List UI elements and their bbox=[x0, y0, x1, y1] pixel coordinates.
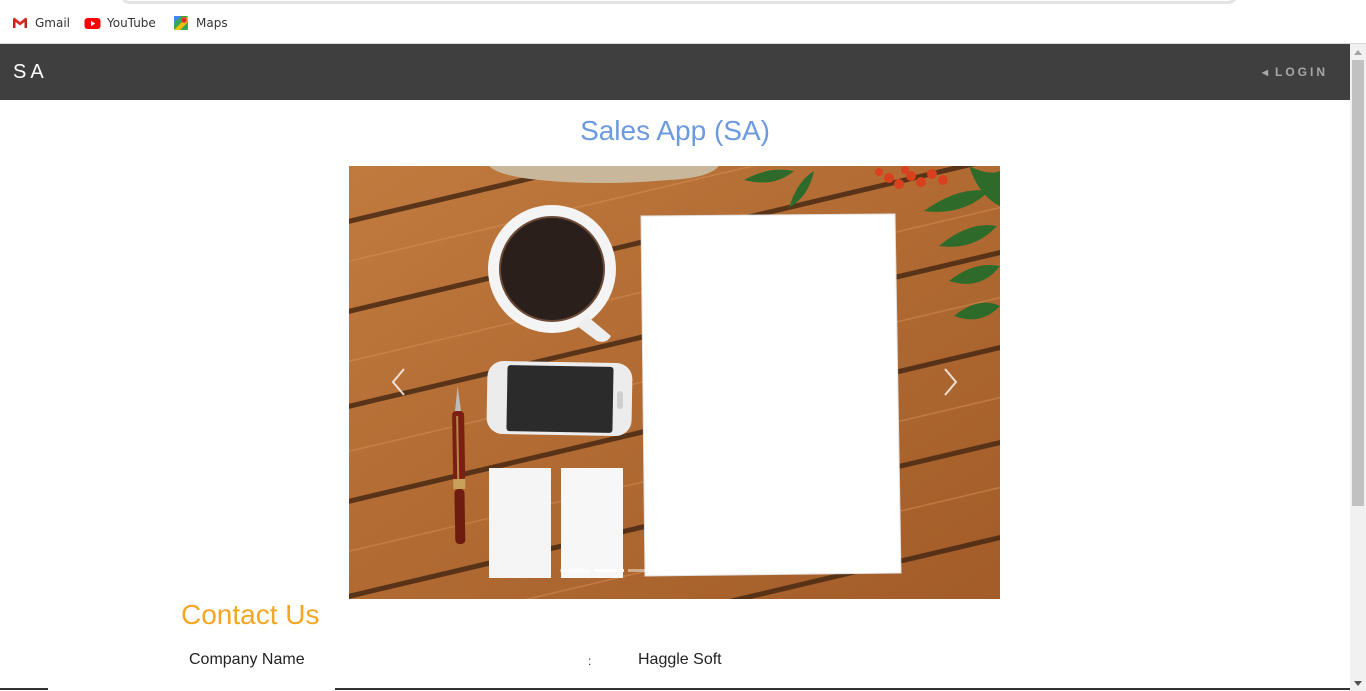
brand-logo[interactable]: SA bbox=[13, 61, 48, 84]
caret-left-icon: ◀ bbox=[1261, 67, 1268, 77]
scroll-up-arrow-icon[interactable] bbox=[1354, 50, 1362, 55]
login-link[interactable]: ◀ LOGIN bbox=[1262, 65, 1328, 79]
contact-value: Haggle Soft bbox=[638, 651, 722, 668]
bookmark-gmail[interactable]: Gmail bbox=[12, 14, 70, 32]
carousel-indicator[interactable] bbox=[560, 569, 590, 572]
bookmark-label: YouTube bbox=[107, 16, 156, 30]
page-title: Sales App (SA) bbox=[580, 115, 770, 146]
bookmarks-bar: Gmail YouTube Maps bbox=[0, 0, 1366, 44]
carousel-prev-button[interactable] bbox=[389, 366, 409, 398]
contact-row: Company Name : Haggle Soft bbox=[0, 651, 1350, 673]
maps-icon bbox=[173, 15, 189, 31]
scroll-down-arrow-icon[interactable] bbox=[1354, 681, 1362, 686]
chevron-left-icon bbox=[391, 368, 405, 396]
image-carousel bbox=[349, 166, 1000, 599]
contact-separator: : bbox=[588, 654, 592, 668]
page-scrollbar[interactable] bbox=[1350, 44, 1366, 691]
youtube-icon bbox=[84, 15, 101, 31]
bookmark-maps[interactable]: Maps bbox=[173, 14, 228, 32]
desk-flatlay-image bbox=[349, 166, 1000, 599]
bookmark-youtube[interactable]: YouTube bbox=[84, 14, 156, 32]
carousel-indicator-active[interactable] bbox=[594, 569, 624, 572]
address-bar-edge bbox=[120, 0, 1238, 4]
bookmark-label: Gmail bbox=[35, 16, 71, 30]
gmail-icon bbox=[12, 15, 28, 31]
contact-label: Company Name bbox=[189, 651, 305, 668]
bookmark-label: Maps bbox=[196, 16, 228, 30]
carousel-next-button[interactable] bbox=[940, 366, 960, 398]
login-label: LOGIN bbox=[1275, 65, 1328, 79]
chevron-right-icon bbox=[944, 368, 958, 396]
contact-heading: Contact Us bbox=[181, 599, 320, 630]
scroll-thumb[interactable] bbox=[1352, 60, 1364, 506]
top-navbar: SA ◀ LOGIN bbox=[0, 44, 1350, 100]
carousel-indicator[interactable] bbox=[628, 569, 658, 572]
carousel-indicators bbox=[560, 569, 658, 572]
